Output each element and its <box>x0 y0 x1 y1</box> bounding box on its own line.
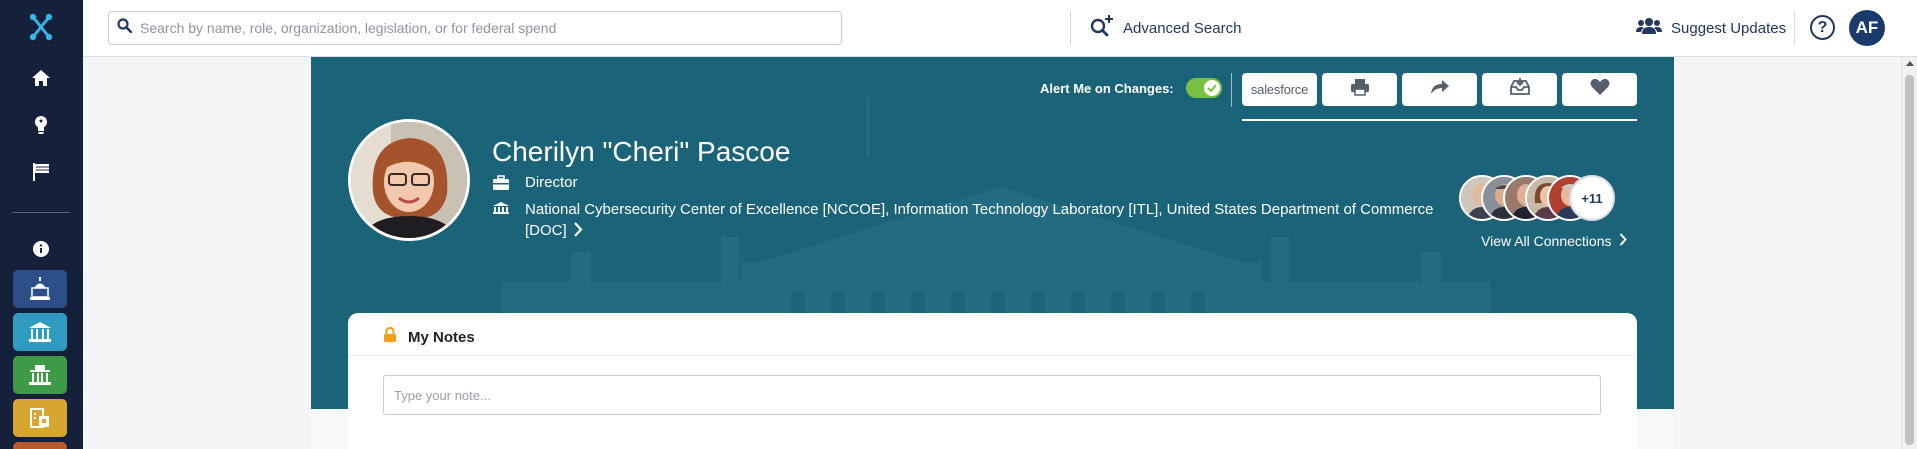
print-button[interactable] <box>1322 73 1397 106</box>
header-divider <box>1242 119 1637 121</box>
profile-photo <box>348 119 470 241</box>
view-all-connections-label: View All Connections <box>1481 233 1612 249</box>
topbar: Advanced Search Suggest Updates ? AF <box>83 0 1917 57</box>
check-icon <box>1204 80 1220 96</box>
connections-more-badge[interactable]: +11 <box>1569 175 1615 221</box>
alert-label: Alert Me on Changes: <box>1040 81 1174 96</box>
lightbulb-icon[interactable] <box>27 111 55 139</box>
lock-icon <box>383 326 397 347</box>
chevron-right-icon <box>573 222 583 243</box>
logo-icon[interactable] <box>27 12 55 42</box>
share-icon <box>1430 79 1450 100</box>
alert-toggle[interactable] <box>1186 78 1222 98</box>
sidebar <box>0 0 83 449</box>
organization-row: National Cybersecurity Center of Excelle… <box>492 199 1445 243</box>
scroll-thumb[interactable] <box>1905 75 1914 445</box>
chevron-right-icon <box>1619 233 1628 249</box>
suggest-updates-button[interactable]: Suggest Updates <box>1636 14 1786 42</box>
advanced-search-button[interactable]: Advanced Search <box>1089 14 1241 42</box>
search-plus-icon <box>1089 14 1115 42</box>
federal-building-icon[interactable] <box>13 313 67 351</box>
salesforce-button[interactable]: salesforce <box>1242 73 1317 106</box>
connections-group[interactable]: +11 <box>1459 175 1615 223</box>
search-box[interactable] <box>108 11 842 45</box>
organization-link[interactable]: National Cybersecurity Center of Excelle… <box>525 199 1445 243</box>
view-all-connections-link[interactable]: View All Connections <box>1481 233 1628 249</box>
help-icon[interactable]: ? <box>1810 15 1835 40</box>
home-icon[interactable] <box>27 64 55 92</box>
inbox-button[interactable] <box>1482 73 1557 106</box>
salesforce-label: salesforce <box>1250 82 1309 97</box>
local-gov-icon[interactable] <box>13 399 67 437</box>
sidebar-divider <box>12 212 70 213</box>
search-input[interactable] <box>140 13 841 43</box>
profile-role: Director <box>525 174 578 191</box>
action-separator <box>1231 73 1232 107</box>
capitol-icon[interactable] <box>13 270 67 308</box>
info-icon[interactable] <box>27 235 55 263</box>
scrollbar[interactable] <box>1901 57 1917 449</box>
print-icon <box>1350 78 1370 101</box>
share-button[interactable] <box>1402 73 1477 106</box>
main-content: Alert Me on Changes: salesforce Cherilyn… <box>311 57 1674 449</box>
profile-organization: National Cybersecurity Center of Excelle… <box>525 201 1434 239</box>
topbar-divider <box>1794 10 1795 46</box>
favorite-button[interactable] <box>1562 73 1637 106</box>
notes-card: My Notes <box>348 313 1637 449</box>
role-row: Director <box>492 174 578 191</box>
state-building-icon[interactable] <box>13 356 67 394</box>
notes-title: My Notes <box>408 328 475 346</box>
search-icon <box>117 18 133 38</box>
user-avatar[interactable]: AF <box>1849 10 1885 46</box>
advanced-search-label: Advanced Search <box>1123 19 1242 37</box>
inbox-icon <box>1509 78 1530 101</box>
notes-header: My Notes <box>383 326 475 347</box>
notes-divider <box>348 355 1637 356</box>
profile-name: Cherilyn "Cheri" Pascoe <box>492 136 791 167</box>
heart-icon <box>1590 78 1610 101</box>
flag-icon[interactable] <box>27 158 55 186</box>
institution-icon <box>492 200 510 216</box>
sidebar-more-tile[interactable] <box>13 442 67 449</box>
topbar-divider <box>1070 10 1071 46</box>
users-icon <box>1636 17 1662 39</box>
suggest-updates-label: Suggest Updates <box>1671 19 1787 37</box>
scroll-up-arrow-icon[interactable] <box>1906 61 1914 66</box>
briefcase-icon <box>492 175 510 191</box>
note-input[interactable] <box>383 375 1601 415</box>
